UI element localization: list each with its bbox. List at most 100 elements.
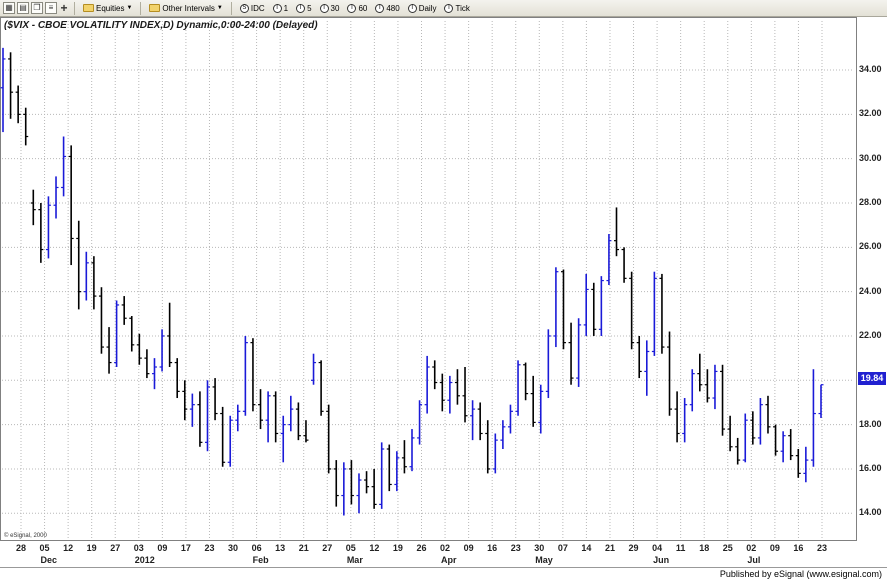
ohlc-bar [545,329,551,399]
interval-label: IDC [250,3,265,13]
ohlc-bar [606,234,612,285]
x-day-label: 23 [204,543,215,553]
ohlc-bar [515,360,521,416]
ohlc-bar [159,329,165,372]
x-day-label: 16 [793,543,804,553]
ohlc-bar [568,322,574,385]
folder-icon [83,4,94,12]
copy-icon[interactable]: ❐ [31,2,43,14]
page-icon[interactable]: ▤ [17,2,29,14]
ohlc-bar [629,271,635,350]
ohlc-bar [182,380,188,421]
ohlc-bar [250,338,256,412]
list-icon[interactable]: ≡ [45,2,57,14]
ohlc-bar [636,335,642,379]
x-month-label: Jun [653,555,670,565]
ohlc-bar [553,267,559,348]
interval-icon: I [347,3,357,13]
ohlc-bar [720,364,726,436]
x-month-label: Jul [747,555,761,565]
ohlc-bar [0,47,6,133]
ohlc-bar [280,415,286,463]
interval-daily-button[interactable]: I Daily [405,3,440,13]
ohlc-bar [30,189,36,226]
interval-60-button[interactable]: I 60 [344,3,370,13]
equities-dropdown[interactable]: Equities ▼ [80,4,135,13]
ohlc-bar [379,442,385,509]
ohlc-bar [386,444,392,492]
ohlc-bar [235,404,241,432]
interval-5-button[interactable]: I 5 [293,3,314,13]
ohlc-bar [417,400,423,445]
ohlc-bar [333,460,339,507]
x-day-label: 27 [110,543,121,553]
interval-label: 60 [358,3,368,13]
ohlc-bar [667,331,673,416]
ohlc-bar [742,413,748,463]
ohlc-bar [311,353,317,385]
other-intervals-dropdown[interactable]: Other Intervals ▼ [146,4,225,13]
ohlc-bar [76,220,82,310]
toolbar: ▦ ▤ ❐ ≡ + Equities ▼ Other Intervals ▼ S… [0,0,887,17]
x-day-label: 07 [557,543,568,553]
interval-tick-button[interactable]: I Tick [441,3,472,13]
toolbar-divider [230,1,232,15]
interval-icon: I [272,3,282,13]
ohlc-bar [341,462,347,516]
interval-icon: I [375,3,385,13]
ohlc-bar [477,402,483,441]
ohlc-bar [773,424,779,456]
interval-1-button[interactable]: I 1 [270,3,291,13]
ohlc-bar [500,420,506,449]
x-month-label: May [535,555,553,565]
ohlc-bar [174,358,180,399]
x-day-label: 06 [251,543,262,553]
x-day-label: 25 [722,543,733,553]
interval-label: 1 [283,3,289,13]
grid-icon[interactable]: ▦ [3,2,15,14]
interval-icon: S [239,3,249,13]
x-day-label: 14 [581,543,592,553]
interval-icon: I [319,3,329,13]
ohlc-bar [583,273,589,336]
interval-480-button[interactable]: I 480 [372,3,402,13]
ohlc-bar [68,145,74,266]
y-tick-label: 14.00 [859,507,882,518]
price-plot[interactable] [0,17,857,541]
ohlc-bar [757,398,763,445]
date-axis[interactable]: 28 05 12 19 27 03 09 17 23 30 06 13 21 27 05 12 19 26 02 09… [0,541,857,567]
x-day-label: 09 [769,543,780,553]
price-axis[interactable]: 14.0016.0018.0020.0022.0024.0026.0028.00… [857,17,887,541]
x-day-label: 17 [180,543,191,553]
ohlc-bar [462,367,468,423]
x-day-label: 30 [228,543,239,553]
ohlc-bar [23,107,29,146]
ohlc-bar [591,282,597,336]
ohlc-bar [348,460,354,505]
ohlc-bar [485,420,491,474]
ohlc-bar [98,287,104,354]
ohlc-bar [560,269,566,350]
ohlc-bar [151,358,157,390]
ohlc-bar [220,406,226,467]
plus-icon[interactable]: + [59,2,69,14]
interval-30-button[interactable]: I 30 [317,3,343,13]
x-day-label: 09 [157,543,168,553]
ohlc-bar [818,384,824,418]
ohlc-bar [659,273,665,354]
interval-label: 5 [307,3,312,13]
ohlc-bar [258,389,264,430]
x-day-label: 05 [39,543,50,553]
ohlc-bar [129,316,135,352]
x-month-label: Feb [252,555,269,565]
x-day-label: 03 [133,543,144,553]
ohlc-bar [212,378,218,421]
interval-idc-button[interactable]: S IDC [237,3,268,13]
toolbar-divider [140,1,142,15]
interval-icon: I [296,3,306,13]
ohlc-bar [492,433,498,474]
caret-down-icon: ▼ [126,5,133,11]
ohlc-bar [765,395,771,434]
x-month-label: Apr [441,555,457,565]
ohlc-bar [682,398,688,443]
